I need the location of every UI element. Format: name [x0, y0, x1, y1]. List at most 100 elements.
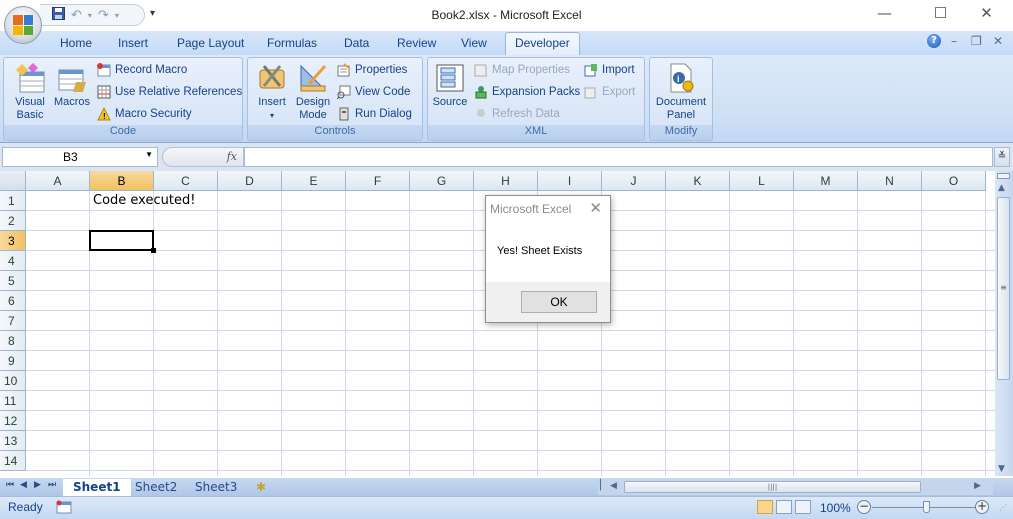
column-header-n[interactable]: N: [858, 171, 922, 191]
export-button[interactable]: Export: [584, 85, 635, 99]
run-dialog-button[interactable]: Run Dialog: [337, 107, 412, 121]
sheet-tab-sheet3[interactable]: Sheet3: [185, 479, 247, 496]
column-header-m[interactable]: M: [794, 171, 858, 191]
row-header-5[interactable]: 5: [0, 271, 26, 291]
row-header-9[interactable]: 9: [0, 351, 26, 371]
zoom-slider-thumb[interactable]: [923, 501, 930, 513]
scroll-left-arrow-icon[interactable]: ◀: [610, 481, 617, 491]
name-box-dropdown-icon[interactable]: ▼: [145, 150, 153, 159]
column-header-a[interactable]: A: [26, 171, 90, 191]
cell-b1[interactable]: Code executed!: [93, 193, 195, 208]
row-header-4[interactable]: 4: [0, 251, 26, 271]
column-header-f[interactable]: F: [346, 171, 410, 191]
row-header-10[interactable]: 10: [0, 371, 26, 391]
row-header-11[interactable]: 11: [0, 391, 26, 411]
tab-home[interactable]: Home: [60, 36, 92, 50]
column-header-h[interactable]: H: [474, 171, 538, 191]
prev-sheet-button[interactable]: ◀: [20, 480, 27, 490]
tab-view[interactable]: View: [461, 36, 487, 50]
sheet-tab-sheet1[interactable]: Sheet1: [63, 479, 131, 496]
insert-function-button[interactable]: fx: [227, 150, 237, 163]
row-header-3[interactable]: 3: [0, 231, 26, 251]
first-sheet-button[interactable]: ⏮: [6, 480, 14, 490]
select-all-button[interactable]: [0, 171, 26, 191]
workbook-minimize-button[interactable]: –: [951, 34, 957, 48]
selected-cell-b3[interactable]: [89, 230, 154, 251]
column-header-k[interactable]: K: [666, 171, 730, 191]
formula-input[interactable]: [244, 147, 993, 167]
column-header-i[interactable]: I: [538, 171, 602, 191]
row-header-1[interactable]: 1: [0, 191, 26, 211]
zoom-out-button[interactable]: −: [857, 500, 871, 514]
tab-developer[interactable]: Developer: [505, 32, 580, 56]
insert-sheet-button[interactable]: ✱: [246, 479, 276, 496]
vertical-scrollbar[interactable]: ▲ ≡ ▼: [995, 171, 1013, 476]
tab-page-layout[interactable]: Page Layout: [177, 36, 244, 50]
column-header-b[interactable]: B: [90, 171, 154, 191]
row-header-8[interactable]: 8: [0, 331, 26, 351]
row-header-14[interactable]: 14: [0, 451, 26, 471]
row-header-13[interactable]: 13: [0, 431, 26, 451]
expand-formula-bar-button[interactable]: ≚: [994, 147, 1010, 167]
tab-insert[interactable]: Insert: [118, 36, 148, 50]
help-icon[interactable]: ?: [927, 34, 941, 48]
insert-control-button[interactable]: Insert ▾: [252, 62, 292, 122]
expansion-packs-button[interactable]: Expansion Packs: [474, 85, 580, 99]
sheet-tab-sheet2[interactable]: Sheet2: [125, 479, 187, 496]
close-button[interactable]: ✕: [964, 4, 1009, 22]
macro-recording-icon[interactable]: [56, 500, 72, 517]
horizontal-split-box[interactable]: ▏: [600, 480, 608, 491]
properties-button[interactable]: Properties: [337, 63, 407, 77]
macros-button[interactable]: Macros: [52, 62, 92, 109]
column-header-l[interactable]: L: [730, 171, 794, 191]
scroll-up-arrow-icon[interactable]: ▲: [998, 183, 1005, 193]
column-header-g[interactable]: G: [410, 171, 474, 191]
import-button[interactable]: Import: [584, 63, 635, 77]
minimize-button[interactable]: —: [862, 4, 907, 22]
workbook-restore-button[interactable]: ❐: [971, 34, 982, 48]
last-sheet-button[interactable]: ⏭: [48, 480, 56, 490]
tab-formulas[interactable]: Formulas: [267, 36, 317, 50]
resize-grip-icon[interactable]: ⋰: [999, 503, 1007, 512]
document-panel-button[interactable]: i Document Panel: [652, 62, 710, 122]
macro-security-button[interactable]: ! Macro Security: [97, 106, 192, 121]
tab-review[interactable]: Review: [397, 36, 436, 50]
scroll-right-arrow-icon[interactable]: ▶: [974, 481, 981, 491]
fill-handle[interactable]: [151, 248, 156, 253]
map-properties-button[interactable]: Map Properties: [474, 63, 570, 77]
tab-data[interactable]: Data: [344, 36, 369, 50]
page-layout-view-button[interactable]: [776, 500, 792, 514]
view-code-button[interactable]: View Code: [336, 85, 410, 100]
horizontal-scrollbar[interactable]: ▏ ◀ |||| ▶: [598, 480, 993, 495]
vertical-scroll-thumb[interactable]: ≡: [997, 197, 1010, 380]
name-box[interactable]: B3 ▼: [2, 147, 158, 167]
ok-button[interactable]: OK: [521, 291, 597, 313]
row-header-2[interactable]: 2: [0, 211, 26, 231]
source-button[interactable]: Source: [430, 62, 470, 109]
dialog-close-button[interactable]: ✕: [589, 199, 602, 217]
workbook-close-button[interactable]: ✕: [993, 34, 1003, 48]
page-break-preview-button[interactable]: [795, 500, 811, 514]
zoom-level[interactable]: 100%: [820, 501, 851, 515]
horizontal-scroll-thumb[interactable]: ||||: [624, 481, 921, 493]
row-header-12[interactable]: 12: [0, 411, 26, 431]
refresh-data-button[interactable]: Refresh Data: [474, 107, 560, 121]
visual-basic-button[interactable]: Visual Basic: [10, 62, 50, 122]
column-header-e[interactable]: E: [282, 171, 346, 191]
column-header-c[interactable]: C: [154, 171, 218, 191]
next-sheet-button[interactable]: ▶: [34, 480, 41, 490]
design-mode-button[interactable]: Design Mode: [293, 62, 333, 122]
row-header-7[interactable]: 7: [0, 311, 26, 331]
use-relative-references-button[interactable]: Use Relative References: [97, 85, 242, 99]
normal-view-button[interactable]: [757, 500, 773, 514]
row-header-6[interactable]: 6: [0, 291, 26, 311]
scroll-down-arrow-icon[interactable]: ▼: [998, 464, 1005, 474]
office-button[interactable]: [4, 6, 42, 44]
column-header-j[interactable]: J: [602, 171, 666, 191]
column-header-o[interactable]: O: [922, 171, 986, 191]
zoom-in-button[interactable]: +: [975, 500, 989, 514]
record-macro-button[interactable]: Record Macro: [97, 63, 187, 77]
column-header-d[interactable]: D: [218, 171, 282, 191]
vertical-split-box[interactable]: [997, 173, 1010, 179]
maximize-button[interactable]: ☐: [918, 4, 963, 22]
